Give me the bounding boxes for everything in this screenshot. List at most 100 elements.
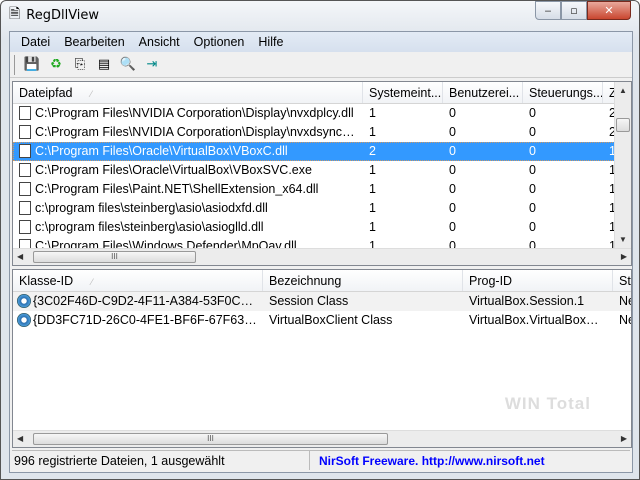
status-count: 996 registrierte Dateien, 1 ausgewählt xyxy=(12,451,310,470)
menu-ansicht[interactable]: Ansicht xyxy=(132,35,187,49)
copy-icon[interactable]: ⎘ xyxy=(71,56,89,74)
table-cell: 0 xyxy=(523,123,603,142)
cell-text: c:\program files\steinberg\asio\asioglld… xyxy=(35,220,264,234)
column-header-label: Dateipfad xyxy=(19,86,73,100)
table-cell: 0 xyxy=(523,180,603,199)
table-cell: 0 xyxy=(523,218,603,237)
menu-optionen[interactable]: Optionen xyxy=(187,35,252,49)
table-cell: 1 xyxy=(363,123,443,142)
table-row[interactable]: C:\Program Files\Oracle\VirtualBox\VBoxS… xyxy=(13,161,631,180)
column-header[interactable]: Prog-ID xyxy=(463,270,613,291)
menu-bar: Datei Bearbeiten Ansicht Optionen Hilfe xyxy=(10,32,632,52)
column-header-label: Benutzerei... xyxy=(449,86,520,100)
table-row[interactable]: c:\program files\steinberg\asio\asiodxfd… xyxy=(13,199,631,218)
table-cell: c:\program files\steinberg\asio\asioglld… xyxy=(13,218,363,237)
files-horizontal-scrollbar[interactable]: ◀ III ▶ xyxy=(13,248,631,265)
files-hscroll-thumb[interactable]: III xyxy=(33,251,196,263)
table-cell: 2 xyxy=(363,142,443,161)
save-icon[interactable]: 💾 xyxy=(23,56,41,74)
cell-text: VirtualBox.VirtualBoxClie... xyxy=(469,313,613,327)
table-row[interactable]: C:\Program Files\NVIDIA Corporation\Disp… xyxy=(13,104,631,123)
classes-header: Klasse-ID ⁄ Bezeichnung Prog-ID Ste xyxy=(13,270,631,292)
column-header[interactable]: Systemeint... xyxy=(363,82,443,103)
column-header-label: Steuerungs... xyxy=(529,86,603,100)
gear-icon xyxy=(17,313,31,327)
table-cell: 1 xyxy=(363,161,443,180)
toolbar: 💾 ♻ ⎘ ▤ 🔍 ⇥ xyxy=(10,52,632,78)
table-row[interactable]: {3C02F46D-C9D2-4F11-A384-53F0CF9172... Se… xyxy=(13,292,631,311)
file-icon xyxy=(19,220,31,234)
cell-text: 1 xyxy=(369,125,376,139)
cell-text: 0 xyxy=(529,220,536,234)
column-header[interactable]: Steuerungs... xyxy=(523,82,603,103)
menu-datei[interactable]: Datei xyxy=(14,35,57,49)
table-cell: {DD3FC71D-26C0-4FE1-BF6F-67F633265B... xyxy=(13,311,263,330)
classes-list: Klasse-ID ⁄ Bezeichnung Prog-ID Ste {3C02F46… xyxy=(12,269,632,448)
cell-text: 0 xyxy=(529,201,536,215)
files-vertical-scrollbar[interactable]: ▲ ▼ xyxy=(614,82,631,248)
table-row[interactable]: C:\Program Files\NVIDIA Corporation\Disp… xyxy=(13,123,631,142)
gear-icon xyxy=(17,294,31,308)
cell-text: 0 xyxy=(449,163,456,177)
menu-bearbeiten[interactable]: Bearbeiten xyxy=(57,35,131,49)
maximize-button[interactable]: ▫ xyxy=(561,1,587,20)
column-header[interactable]: Ste xyxy=(613,270,631,291)
nirsoft-link[interactable]: NirSoft Freeware. http://www.nirsoft.net xyxy=(310,451,545,470)
file-icon xyxy=(19,182,31,196)
table-cell: 0 xyxy=(443,142,523,161)
column-header[interactable]: Bezeichnung xyxy=(263,270,463,291)
table-cell: Ne xyxy=(613,311,631,330)
cell-text: Ne xyxy=(619,313,631,327)
table-cell: 1 xyxy=(363,104,443,123)
cell-text: 1 xyxy=(369,201,376,215)
column-header[interactable]: Klasse-ID ⁄ xyxy=(13,270,263,291)
cell-text: C:\Program Files\NVIDIA Corporation\Disp… xyxy=(35,125,363,139)
files-vscroll-thumb[interactable] xyxy=(616,118,630,132)
cell-text: C:\Program Files\Oracle\VirtualBox\VBoxS… xyxy=(35,163,312,177)
table-cell: 0 xyxy=(523,142,603,161)
client-area: Datei Bearbeiten Ansicht Optionen Hilfe … xyxy=(9,31,633,473)
column-header-label: Ste xyxy=(619,274,631,288)
close-button[interactable]: ✕ xyxy=(587,1,631,20)
cell-text: 0 xyxy=(449,125,456,139)
sort-icon: ⁄ xyxy=(90,89,93,99)
table-cell: 0 xyxy=(443,104,523,123)
menu-hilfe[interactable]: Hilfe xyxy=(251,35,290,49)
table-cell: c:\program files\steinberg\asio\asiodxfd… xyxy=(13,199,363,218)
table-cell: C:\Program Files\Oracle\VirtualBox\VBoxC… xyxy=(13,142,363,161)
find-icon[interactable]: 🔍 xyxy=(119,56,137,74)
table-cell: 1 xyxy=(363,180,443,199)
file-icon xyxy=(19,163,31,177)
classes-horizontal-scrollbar[interactable]: ◀ III ▶ xyxy=(13,430,631,447)
column-header[interactable]: Benutzerei... xyxy=(443,82,523,103)
cell-text: 0 xyxy=(449,182,456,196)
cell-text: VirtualBox.Session.1 xyxy=(469,294,585,308)
column-header[interactable]: Dateipfad ⁄ xyxy=(13,82,363,103)
file-icon xyxy=(19,201,31,215)
cell-text: Session Class xyxy=(269,294,349,308)
table-row[interactable]: c:\program files\steinberg\asio\asioglld… xyxy=(13,218,631,237)
cell-text: C:\Program Files\Oracle\VirtualBox\VBoxC… xyxy=(35,144,288,158)
table-row[interactable]: C:\Program Files\Oracle\VirtualBox\VBoxC… xyxy=(13,142,631,161)
cell-text: C:\Program Files\Paint.NET\ShellExtensio… xyxy=(35,182,319,196)
table-cell: Session Class xyxy=(263,292,463,311)
table-cell: Ne xyxy=(613,292,631,311)
column-header-label: Klasse-ID xyxy=(19,274,74,288)
table-cell: VirtualBox.Session.1 xyxy=(463,292,613,311)
cell-text: 0 xyxy=(529,125,536,139)
table-cell: 0 xyxy=(443,123,523,142)
window-title: RegDllView xyxy=(26,7,100,23)
table-row[interactable]: {DD3FC71D-26C0-4FE1-BF6F-67F633265B... Vi… xyxy=(13,311,631,330)
table-row[interactable]: C:\Program Files\Paint.NET\ShellExtensio… xyxy=(13,180,631,199)
minimize-button[interactable]: ‒ xyxy=(535,1,561,20)
cell-text: 0 xyxy=(449,106,456,120)
cell-text: 0 xyxy=(529,144,536,158)
exit-icon[interactable]: ⇥ xyxy=(143,56,161,74)
refresh-icon[interactable]: ♻ xyxy=(47,56,65,74)
cell-text: Ne xyxy=(619,294,631,308)
classes-hscroll-thumb[interactable]: III xyxy=(33,433,388,445)
cell-text: 0 xyxy=(449,220,456,234)
app-icon: 🗎 xyxy=(9,6,21,22)
file-icon xyxy=(19,144,31,158)
properties-icon[interactable]: ▤ xyxy=(95,56,113,74)
